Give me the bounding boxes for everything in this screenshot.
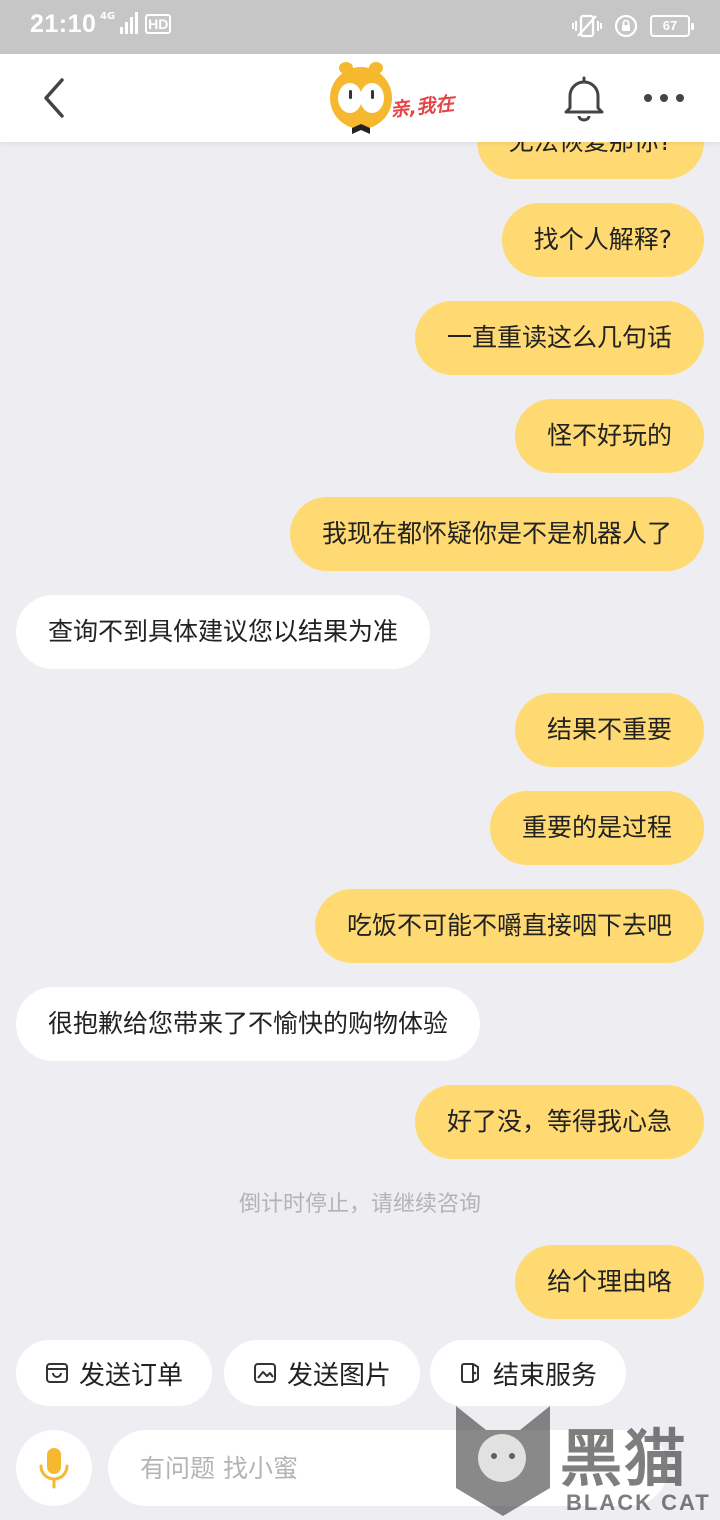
network-indicator: 4G HD — [100, 11, 172, 34]
back-icon — [44, 78, 64, 118]
message-bubble-out: 好了没，等得我心急 — [414, 1085, 704, 1159]
status-right: 67 — [572, 13, 694, 39]
black-cat-logo-icon — [456, 1406, 550, 1516]
watermark-subtitle: BLACK CAT — [566, 1490, 711, 1515]
order-icon — [45, 1363, 68, 1383]
message-bubble-out: 找个人解释? — [501, 203, 704, 277]
message-bubble-out: 吃饭不可能不嚼直接咽下去吧 — [314, 889, 704, 963]
exit-icon — [460, 1363, 479, 1383]
rotation-lock-icon — [614, 14, 638, 38]
send-order-label: 发送订单 — [78, 1360, 183, 1391]
system-message: 倒计时停止，请继续咨询 — [238, 1192, 481, 1217]
status-time: 21:10 — [30, 10, 97, 38]
status-bar: 21:10 4G HD 67 — [0, 0, 720, 54]
message-bubble-out: 无法恢复那你? — [476, 142, 704, 179]
notification-button[interactable] — [562, 74, 606, 122]
network-type: 4G — [100, 11, 116, 22]
watermark-title: 黑猫 — [560, 1422, 689, 1495]
vibrate-icon — [572, 14, 602, 38]
hd-badge: HD — [145, 14, 172, 34]
message-bubble-in: 很抱歉给您带来了不愉快的购物体验 — [16, 987, 481, 1061]
message-bubble-in: 查询不到具体建议您以结果为准 — [16, 595, 431, 669]
message-bubble-out: 我现在都怀疑你是不是机器人了 — [289, 497, 704, 571]
send-image-button[interactable]: 发送图片 — [224, 1340, 420, 1406]
microphone-icon — [39, 1448, 69, 1489]
back-button[interactable] — [36, 76, 76, 120]
end-service-label: 结束服务 — [492, 1360, 597, 1391]
mascot-icon — [330, 62, 392, 134]
logo-text: 亲,我在 — [389, 92, 456, 122]
message-bubble-out: 怪不好玩的 — [514, 399, 704, 473]
quick-action-bar: 发送订单 发送图片 结束服务 — [0, 1332, 720, 1412]
message-bubble-out: 重要的是过程 — [489, 791, 704, 865]
send-order-button[interactable]: 发送订单 — [16, 1340, 212, 1406]
more-icon — [644, 94, 684, 102]
watermark: 黑猫 BLACK CAT — [448, 1402, 720, 1520]
chat-message-list[interactable]: 无法恢复那你? 找个人解释? 一直重读这么几句话 怪不好玩的 我现在都怀疑你是不… — [0, 142, 720, 1332]
voice-button[interactable] — [16, 1430, 92, 1506]
message-bubble-out: 结果不重要 — [514, 693, 704, 767]
bell-icon — [564, 76, 604, 122]
more-button[interactable] — [640, 82, 688, 114]
send-image-label: 发送图片 — [286, 1360, 391, 1391]
image-icon — [253, 1363, 276, 1383]
message-bubble-out: 一直重读这么几句话 — [414, 301, 704, 375]
signal-icon — [120, 12, 139, 34]
app-logo: 亲,我在 — [328, 60, 458, 138]
message-bubble-out: 给个理由咯 — [514, 1245, 704, 1319]
end-service-button[interactable]: 结束服务 — [430, 1340, 626, 1406]
battery-icon: 67 — [650, 15, 694, 37]
chat-header: 亲,我在 — [0, 54, 720, 142]
